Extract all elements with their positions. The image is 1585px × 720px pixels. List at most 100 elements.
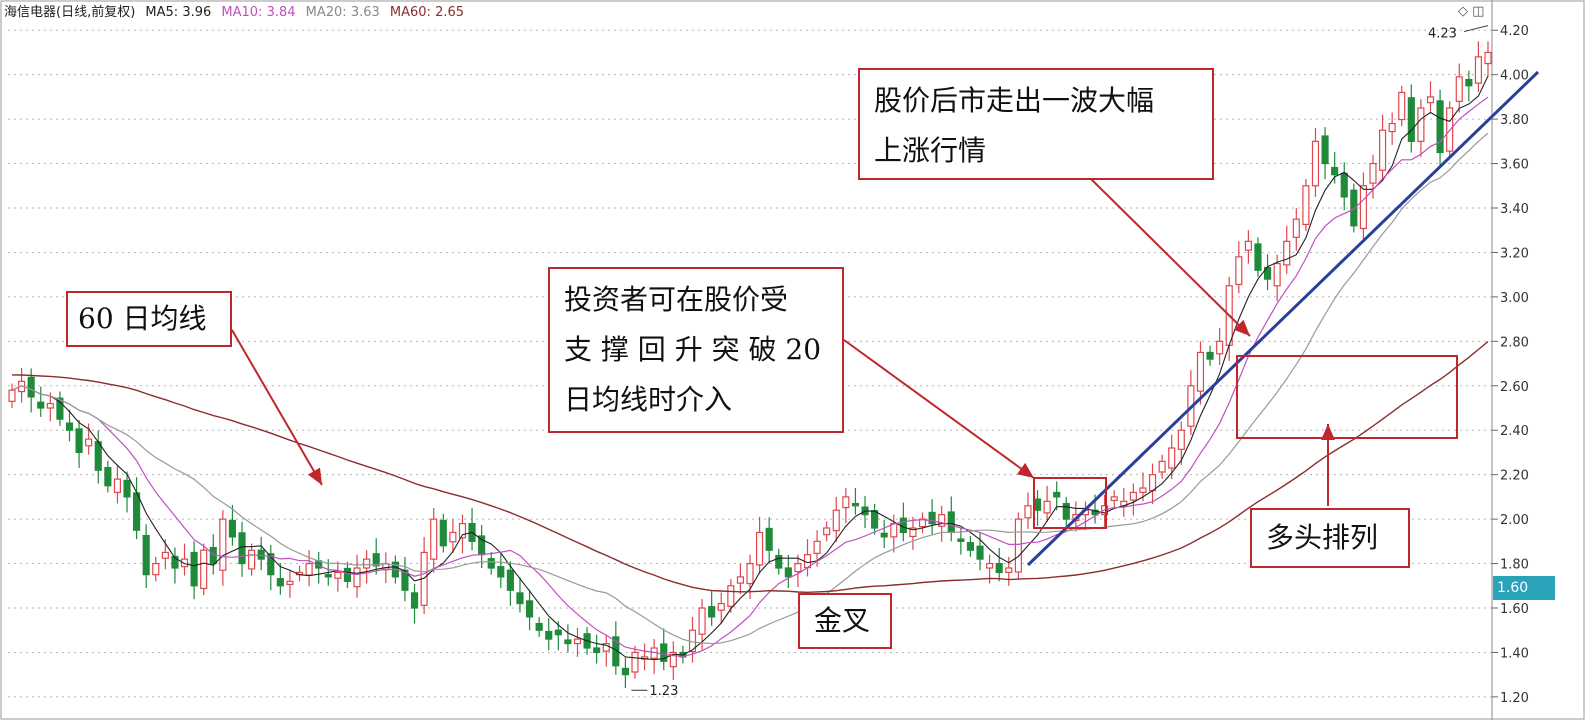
candle-body (545, 630, 553, 640)
ma60-callout: 60 日均线 (66, 291, 232, 347)
candle-body (775, 554, 783, 569)
ma20-legend: MA20: 3.63 (305, 5, 380, 20)
candle-body (1244, 240, 1252, 251)
candle-body (248, 549, 256, 570)
candle-body (621, 667, 629, 676)
candle-body (372, 553, 380, 567)
candle-body (890, 522, 898, 538)
candle-body (1024, 505, 1032, 519)
candle-body (343, 567, 352, 582)
candle-body (324, 574, 332, 578)
candle-body (947, 511, 955, 534)
candle-body (219, 518, 227, 571)
candle-body (1196, 351, 1205, 392)
candle-body (966, 542, 975, 551)
y-tick-label: 3.20 (1500, 246, 1529, 261)
candle-body (133, 492, 141, 531)
candle-body (516, 592, 524, 605)
candle-body (430, 518, 438, 560)
candle-body (573, 638, 582, 645)
candle-body (564, 639, 572, 645)
candle-body (497, 566, 505, 578)
y-tick-label: 2.20 (1500, 469, 1529, 484)
entry-callout-line2: 支 撑 回 升 突 破 20 (564, 333, 822, 366)
candle-body (209, 546, 217, 565)
candle-body (1455, 76, 1463, 102)
candle-body (736, 576, 744, 584)
candle-body (880, 532, 888, 538)
candle-body (1129, 491, 1137, 501)
candle-body (8, 389, 16, 402)
candle-body (334, 571, 342, 579)
candle-body (104, 466, 112, 487)
candle-body (842, 496, 850, 509)
candle-body (1014, 518, 1022, 573)
golden-cross-callout: 金叉 (798, 593, 892, 649)
candle-body (94, 441, 102, 471)
candle-body (449, 531, 457, 543)
candle-body (1398, 91, 1406, 121)
candle-body (353, 567, 361, 588)
candle-body (995, 562, 1003, 574)
y-tick-label: 1.80 (1500, 558, 1529, 573)
ma60-arrow-head (307, 467, 322, 485)
candle-body (813, 540, 821, 554)
candle-body (698, 607, 706, 635)
candle-body (113, 478, 121, 494)
diamond-icon[interactable]: ◇ (1458, 4, 1468, 19)
candle-body (1043, 500, 1051, 514)
candle-body (85, 438, 93, 447)
candle-body (228, 519, 237, 538)
candle-body (1436, 100, 1444, 154)
entry-arrow-head (1016, 462, 1034, 478)
low-label: 1.23 (649, 684, 678, 699)
current-price-tag: 1.60 (1493, 576, 1555, 600)
candle-body (851, 502, 859, 507)
candle-body (1053, 491, 1061, 498)
bullish-callout: 多头排列 (1250, 508, 1410, 568)
y-tick-label: 4.20 (1500, 24, 1529, 39)
y-tick-label: 3.60 (1500, 158, 1529, 173)
candle-body (142, 534, 150, 576)
rally-arrow (1089, 177, 1251, 337)
bullish-arrow-head (1321, 424, 1335, 440)
candle-body (746, 562, 754, 585)
y-tick-label: 1.60 (1500, 602, 1529, 617)
candle-body (593, 647, 601, 654)
candle-body (1369, 162, 1377, 184)
entry-arrow (843, 339, 1035, 479)
y-tick-label: 3.00 (1500, 291, 1529, 306)
y-tick-label: 1.40 (1500, 646, 1529, 661)
chart-header: 海信电器(日线,前复权) MA5: 3.96 MA10: 3.84 MA20: … (4, 2, 470, 24)
y-tick-label: 2.80 (1500, 335, 1529, 350)
candle-body (756, 531, 764, 566)
restore-icon[interactable]: ◫ (1472, 4, 1484, 19)
y-tick-label: 3.40 (1500, 202, 1529, 217)
candle-body (1283, 240, 1291, 266)
candle-body (1359, 185, 1367, 230)
candle-body (631, 651, 639, 673)
candle-body (832, 509, 840, 532)
entry-callout-line3: 日均线时介入 (564, 383, 733, 416)
candle-body (1474, 56, 1482, 84)
ma60-arrow (231, 329, 323, 486)
candle-body (363, 558, 371, 569)
candle-body (75, 428, 83, 454)
y-tick-label: 3.80 (1500, 113, 1529, 128)
candle-body (487, 558, 495, 569)
candle-body (1302, 185, 1310, 226)
candle-body (478, 535, 486, 556)
candle-body (123, 479, 131, 498)
candle-body (708, 606, 716, 618)
candle-body (257, 549, 265, 560)
candle-body (286, 580, 294, 586)
high-label: 4.23 (1428, 27, 1457, 42)
golden-cross-text: 金叉 (814, 604, 871, 637)
candle-body (1206, 351, 1214, 360)
ma60-legend: MA60: 2.65 (389, 5, 465, 20)
candle-body (1350, 189, 1358, 227)
candle-body (1158, 460, 1166, 473)
candle-body (1465, 78, 1473, 87)
candle-body (27, 376, 35, 398)
candle-body (152, 562, 160, 576)
